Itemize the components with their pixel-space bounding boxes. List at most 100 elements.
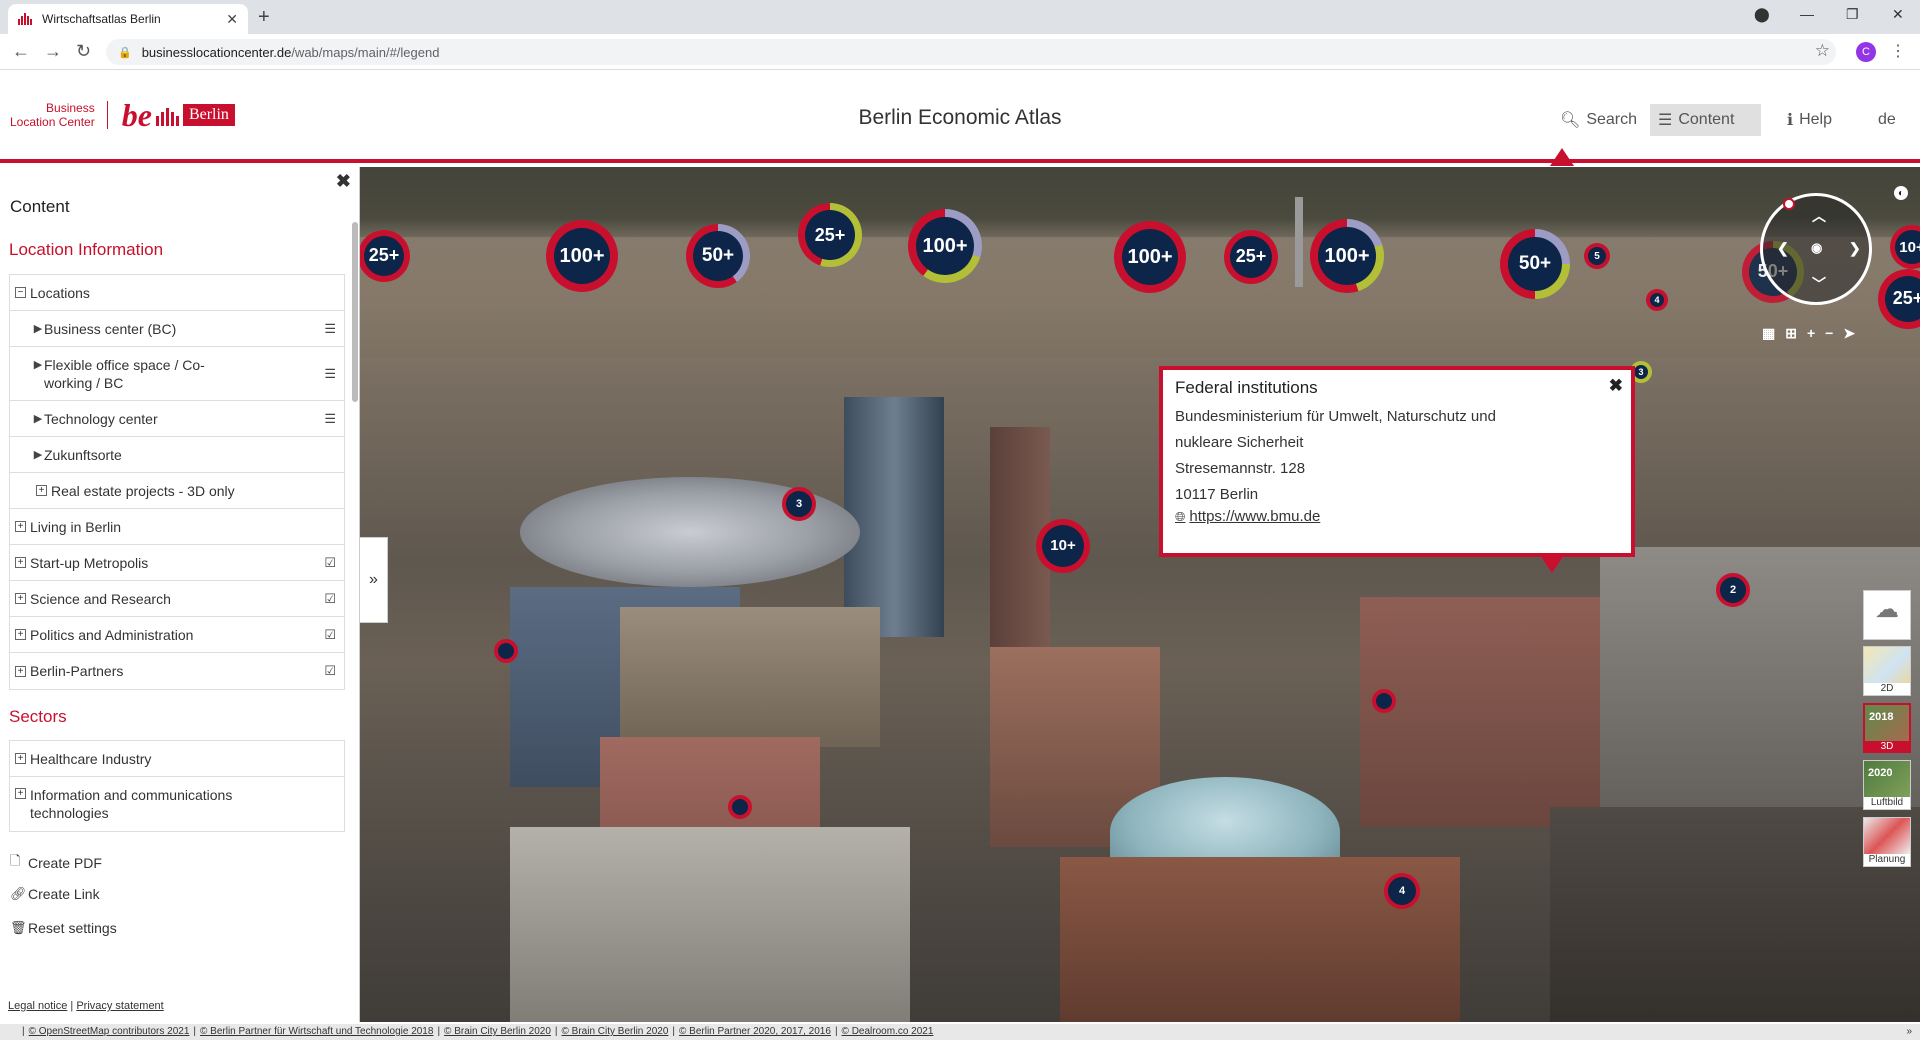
zoom-in-icon[interactable]: + (1807, 325, 1815, 342)
cluster-marker[interactable]: 25+ (360, 230, 410, 282)
cluster-marker[interactable]: 100+ (1114, 221, 1186, 293)
tilt-up-icon[interactable]: ︿ (1812, 206, 1826, 226)
list-item-locations[interactable]: − Locations (10, 275, 344, 311)
expand-icon[interactable]: + (15, 593, 26, 604)
cluster-marker[interactable]: 4 (1646, 289, 1668, 311)
tilt-down-icon[interactable]: ﹀ (1812, 274, 1826, 294)
location-pin[interactable] (494, 639, 518, 663)
collapse-icon[interactable]: − (15, 287, 26, 298)
restore-icon[interactable]: ❐ (1846, 6, 1859, 23)
attribution-link[interactable]: © Brain City Berlin 2020 (444, 1026, 551, 1037)
list-icon[interactable]: ☰ (324, 411, 336, 427)
bookmark-star-icon[interactable]: ☆ (1815, 41, 1830, 61)
list-icon[interactable]: ☰ (324, 321, 336, 337)
sidebar-close-icon[interactable]: ✖ (336, 171, 351, 192)
checkbox-checked-icon[interactable]: ☑ (324, 591, 336, 607)
tab-search-icon[interactable]: ⬤ (1754, 6, 1770, 23)
cluster-marker[interactable]: 25+ (798, 203, 862, 267)
rotate-left-icon[interactable]: ❮ (1777, 240, 1789, 257)
popup-website-link[interactable]: 🌐︎ https://www.bmu.de (1175, 508, 1619, 525)
cluster-marker[interactable]: 50+ (686, 224, 750, 288)
browser-menu-icon[interactable]: ⋮ (1890, 41, 1906, 61)
attribution-toggle-icon[interactable]: » (1906, 1024, 1912, 1040)
cluster-marker[interactable]: 4 (1384, 873, 1420, 909)
basemap-planung[interactable]: Planung (1863, 817, 1911, 867)
cluster-marker[interactable]: 25+ (1224, 230, 1278, 284)
list-item-living-in-berlin[interactable]: + Living in Berlin (10, 509, 344, 545)
list-item-business-center[interactable]: ▶ Business center (BC) ☰ (10, 311, 344, 347)
minimize-icon[interactable]: — (1800, 6, 1814, 22)
attribution-link[interactable]: © Berlin Partner für Wirtschaft und Tech… (200, 1026, 433, 1037)
expand-icon[interactable]: + (15, 665, 26, 677)
grid-icon[interactable]: ⊞ (1785, 325, 1797, 342)
list-item-startup-metropolis[interactable]: + Start-up Metropolis ☑ (10, 545, 344, 581)
list-item-real-estate[interactable]: + Real estate projects - 3D only (10, 473, 344, 509)
basemap-3d[interactable]: 2018 3D (1863, 703, 1911, 753)
list-item-berlin-partners[interactable]: + Berlin-Partners ☑ (10, 653, 344, 689)
cluster-marker[interactable]: 100+ (1310, 219, 1384, 293)
attribution-link[interactable]: © Dealroom.co 2021 (842, 1026, 934, 1037)
location-pin[interactable] (728, 795, 752, 819)
checkbox-checked-icon[interactable]: ☑ (324, 555, 336, 571)
location-pin[interactable] (1372, 689, 1396, 713)
search-button[interactable]: 🔍︎ Search (1552, 104, 1645, 136)
list-item-politics-administration[interactable]: + Politics and Administration ☑ (10, 617, 344, 653)
cluster-marker[interactable]: 100+ (908, 209, 982, 283)
cluster-marker[interactable]: 100+ (546, 220, 618, 292)
map-3d-view[interactable]: 25+ 100+ 50+ 25+ 100+ 100+ 25+ 100+ 50+ … (360, 167, 1920, 1022)
sidebar-expand-handle[interactable]: » (360, 537, 388, 623)
expand-icon[interactable]: + (15, 521, 26, 532)
help-button[interactable]: ℹ Help (1779, 104, 1840, 136)
cluster-marker[interactable]: 3 (782, 487, 816, 521)
forward-icon[interactable]: → (44, 41, 62, 62)
reload-icon[interactable]: ↻ (76, 41, 91, 62)
zoom-out-icon[interactable]: − (1825, 325, 1833, 342)
back-icon[interactable]: ← (12, 41, 30, 62)
list-item-zukunftsorte[interactable]: ▶ Zukunftsorte (10, 437, 344, 473)
navigation-compass[interactable]: ︿ ﹀ ❮ ❯ ◉ (1760, 193, 1872, 305)
browser-tab[interactable]: Wirtschaftsatlas Berlin ✕ (8, 4, 248, 34)
rotate-right-icon[interactable]: ❯ (1849, 240, 1861, 257)
url-input[interactable]: 🔒 businesslocationcenter.de/wab/maps/mai… (106, 39, 1836, 65)
checkbox-checked-icon[interactable]: ☑ (324, 627, 336, 643)
locate-icon[interactable]: ➤ (1843, 325, 1855, 342)
cluster-marker[interactable]: 50+ (1500, 229, 1570, 299)
expand-icon[interactable]: + (15, 788, 26, 799)
list-icon[interactable]: ☰ (324, 365, 336, 383)
attribution-link[interactable]: © Brain City Berlin 2020 (562, 1026, 669, 1037)
list-item-flexible-office[interactable]: ▶ Flexible office space / Co-working / B… (10, 347, 344, 401)
expand-icon[interactable]: + (15, 629, 26, 640)
list-item-science-research[interactable]: + Science and Research ☑ (10, 581, 344, 617)
language-button[interactable]: de (1870, 104, 1904, 136)
eye-icon[interactable]: ◉ (1811, 240, 1822, 256)
attribution-link[interactable]: © Berlin Partner 2020, 2017, 2016 (679, 1026, 831, 1037)
expand-icon[interactable]: + (15, 557, 26, 568)
create-pdf-button[interactable]: 🗋 Create PDF (10, 852, 102, 874)
cluster-marker[interactable]: 10+ (1036, 519, 1090, 573)
create-link-button[interactable]: 🔗︎ Create Link (10, 886, 100, 902)
expand-icon[interactable]: + (36, 485, 47, 496)
privacy-statement-link[interactable]: Privacy statement (76, 1000, 163, 1012)
perspective-icon[interactable]: ▦ (1762, 325, 1775, 342)
reset-settings-button[interactable]: 🗑︎ Reset settings (10, 920, 117, 936)
cluster-marker[interactable]: 5 (1584, 243, 1610, 269)
content-button[interactable]: ☰ Content (1650, 104, 1761, 136)
list-item-healthcare[interactable]: + Healthcare Industry (10, 741, 344, 777)
cluster-marker[interactable]: 2 (1716, 573, 1750, 607)
attribution-link[interactable]: © OpenStreetMap contributors 2021 (29, 1026, 190, 1037)
checkbox-checked-icon[interactable]: ☑ (324, 663, 336, 679)
profile-avatar[interactable]: C (1856, 42, 1876, 62)
sidebar-scrollbar[interactable] (352, 222, 358, 402)
window-close-icon[interactable]: ✕ (1892, 6, 1904, 23)
list-item-technology-center[interactable]: ▶ Technology center ☰ (10, 401, 344, 437)
legal-notice-link[interactable]: Legal notice (8, 1000, 67, 1012)
popup-close-icon[interactable]: ✖ (1609, 376, 1623, 396)
list-item-ict[interactable]: + Information and communications technol… (10, 777, 344, 831)
contrast-icon[interactable]: ◐ (1894, 186, 1908, 200)
expand-icon[interactable]: + (15, 753, 26, 764)
basemap-berlin-outline[interactable]: ☁ (1863, 590, 1911, 640)
basemap-2d[interactable]: 2D (1863, 646, 1911, 696)
tab-close-icon[interactable]: ✕ (226, 11, 238, 28)
new-tab-icon[interactable]: + (258, 6, 270, 29)
basemap-luftbild[interactable]: 2020 Luftbild (1863, 760, 1911, 810)
